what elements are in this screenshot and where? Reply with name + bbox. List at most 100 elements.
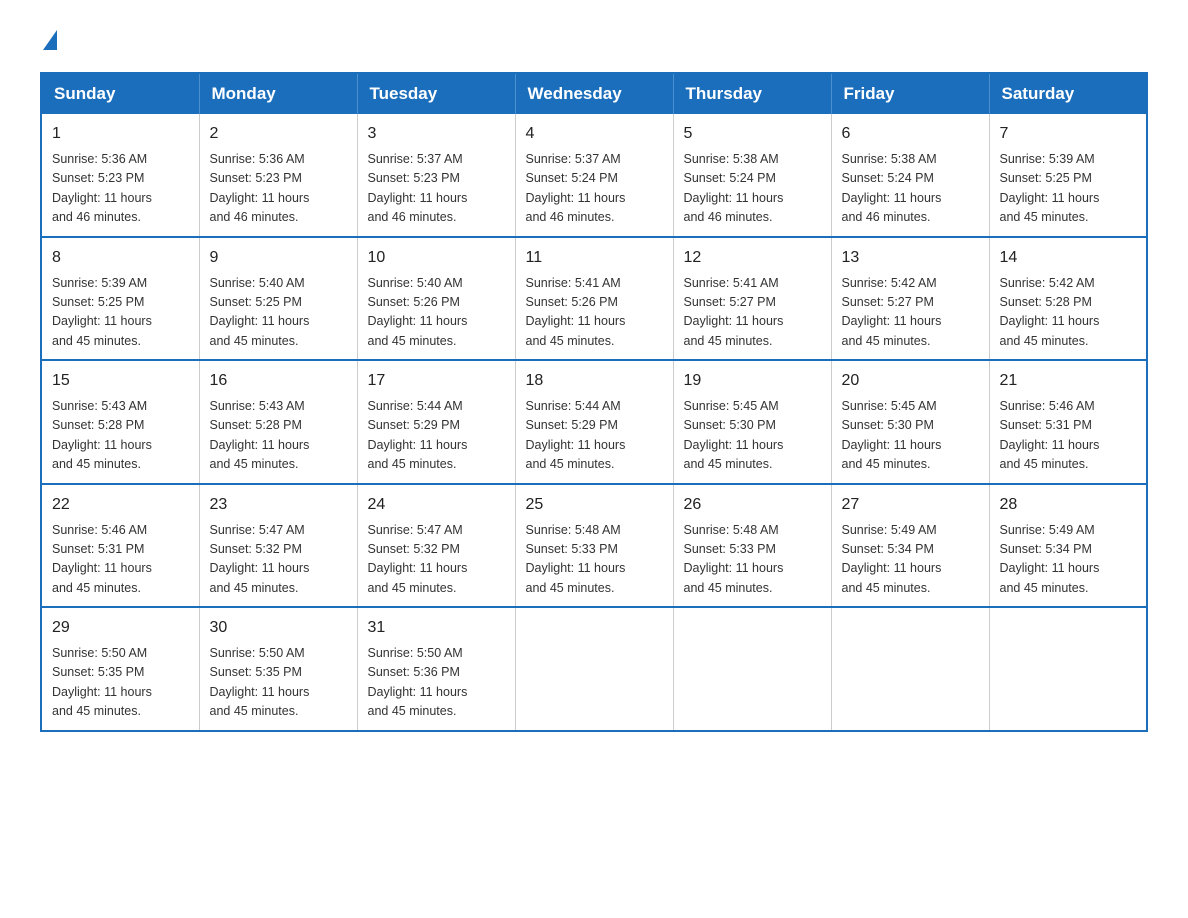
calendar-day-cell: 30 Sunrise: 5:50 AM Sunset: 5:35 PM Dayl… (199, 607, 357, 731)
calendar-day-cell: 17 Sunrise: 5:44 AM Sunset: 5:29 PM Dayl… (357, 360, 515, 484)
day-number: 17 (368, 369, 505, 393)
calendar-day-cell (989, 607, 1147, 731)
calendar-week-row: 8 Sunrise: 5:39 AM Sunset: 5:25 PM Dayli… (41, 237, 1147, 361)
day-info: Sunrise: 5:45 AM Sunset: 5:30 PM Dayligh… (684, 397, 821, 475)
day-number: 30 (210, 616, 347, 640)
day-number: 24 (368, 493, 505, 517)
day-number: 21 (1000, 369, 1137, 393)
day-info: Sunrise: 5:47 AM Sunset: 5:32 PM Dayligh… (210, 521, 347, 599)
calendar-day-cell: 28 Sunrise: 5:49 AM Sunset: 5:34 PM Dayl… (989, 484, 1147, 608)
page-header (40, 30, 1148, 52)
day-info: Sunrise: 5:48 AM Sunset: 5:33 PM Dayligh… (684, 521, 821, 599)
day-info: Sunrise: 5:49 AM Sunset: 5:34 PM Dayligh… (842, 521, 979, 599)
day-info: Sunrise: 5:44 AM Sunset: 5:29 PM Dayligh… (368, 397, 505, 475)
day-of-week-header: Saturday (989, 73, 1147, 114)
day-number: 3 (368, 122, 505, 146)
day-number: 14 (1000, 246, 1137, 270)
day-info: Sunrise: 5:41 AM Sunset: 5:26 PM Dayligh… (526, 274, 663, 352)
day-number: 28 (1000, 493, 1137, 517)
day-info: Sunrise: 5:36 AM Sunset: 5:23 PM Dayligh… (52, 150, 189, 228)
calendar-day-cell: 31 Sunrise: 5:50 AM Sunset: 5:36 PM Dayl… (357, 607, 515, 731)
day-number: 18 (526, 369, 663, 393)
day-info: Sunrise: 5:38 AM Sunset: 5:24 PM Dayligh… (842, 150, 979, 228)
logo-arrow-icon (43, 30, 57, 50)
logo (40, 30, 57, 52)
day-info: Sunrise: 5:50 AM Sunset: 5:36 PM Dayligh… (368, 644, 505, 722)
calendar-week-row: 1 Sunrise: 5:36 AM Sunset: 5:23 PM Dayli… (41, 114, 1147, 237)
day-info: Sunrise: 5:45 AM Sunset: 5:30 PM Dayligh… (842, 397, 979, 475)
day-number: 13 (842, 246, 979, 270)
day-of-week-header: Tuesday (357, 73, 515, 114)
calendar-day-cell: 15 Sunrise: 5:43 AM Sunset: 5:28 PM Dayl… (41, 360, 199, 484)
calendar-day-cell: 10 Sunrise: 5:40 AM Sunset: 5:26 PM Dayl… (357, 237, 515, 361)
calendar-week-row: 29 Sunrise: 5:50 AM Sunset: 5:35 PM Dayl… (41, 607, 1147, 731)
day-number: 5 (684, 122, 821, 146)
day-info: Sunrise: 5:49 AM Sunset: 5:34 PM Dayligh… (1000, 521, 1137, 599)
day-info: Sunrise: 5:37 AM Sunset: 5:24 PM Dayligh… (526, 150, 663, 228)
calendar-day-cell: 3 Sunrise: 5:37 AM Sunset: 5:23 PM Dayli… (357, 114, 515, 237)
calendar-week-row: 15 Sunrise: 5:43 AM Sunset: 5:28 PM Dayl… (41, 360, 1147, 484)
day-info: Sunrise: 5:40 AM Sunset: 5:26 PM Dayligh… (368, 274, 505, 352)
calendar-day-cell: 8 Sunrise: 5:39 AM Sunset: 5:25 PM Dayli… (41, 237, 199, 361)
day-number: 31 (368, 616, 505, 640)
day-info: Sunrise: 5:40 AM Sunset: 5:25 PM Dayligh… (210, 274, 347, 352)
day-number: 16 (210, 369, 347, 393)
day-number: 26 (684, 493, 821, 517)
day-info: Sunrise: 5:41 AM Sunset: 5:27 PM Dayligh… (684, 274, 821, 352)
day-info: Sunrise: 5:50 AM Sunset: 5:35 PM Dayligh… (52, 644, 189, 722)
day-number: 11 (526, 246, 663, 270)
day-number: 20 (842, 369, 979, 393)
calendar-day-cell: 14 Sunrise: 5:42 AM Sunset: 5:28 PM Dayl… (989, 237, 1147, 361)
day-number: 4 (526, 122, 663, 146)
day-info: Sunrise: 5:36 AM Sunset: 5:23 PM Dayligh… (210, 150, 347, 228)
day-info: Sunrise: 5:43 AM Sunset: 5:28 PM Dayligh… (52, 397, 189, 475)
day-info: Sunrise: 5:48 AM Sunset: 5:33 PM Dayligh… (526, 521, 663, 599)
day-number: 2 (210, 122, 347, 146)
day-number: 25 (526, 493, 663, 517)
day-number: 29 (52, 616, 189, 640)
day-number: 10 (368, 246, 505, 270)
day-info: Sunrise: 5:42 AM Sunset: 5:28 PM Dayligh… (1000, 274, 1137, 352)
calendar-day-cell: 27 Sunrise: 5:49 AM Sunset: 5:34 PM Dayl… (831, 484, 989, 608)
calendar-day-cell: 20 Sunrise: 5:45 AM Sunset: 5:30 PM Dayl… (831, 360, 989, 484)
day-number: 19 (684, 369, 821, 393)
day-number: 12 (684, 246, 821, 270)
day-number: 7 (1000, 122, 1137, 146)
day-info: Sunrise: 5:38 AM Sunset: 5:24 PM Dayligh… (684, 150, 821, 228)
day-info: Sunrise: 5:42 AM Sunset: 5:27 PM Dayligh… (842, 274, 979, 352)
calendar-day-cell: 25 Sunrise: 5:48 AM Sunset: 5:33 PM Dayl… (515, 484, 673, 608)
calendar-day-cell: 26 Sunrise: 5:48 AM Sunset: 5:33 PM Dayl… (673, 484, 831, 608)
calendar-day-cell: 6 Sunrise: 5:38 AM Sunset: 5:24 PM Dayli… (831, 114, 989, 237)
calendar-day-cell (515, 607, 673, 731)
calendar-day-cell: 23 Sunrise: 5:47 AM Sunset: 5:32 PM Dayl… (199, 484, 357, 608)
calendar-table: SundayMondayTuesdayWednesdayThursdayFrid… (40, 72, 1148, 732)
day-info: Sunrise: 5:39 AM Sunset: 5:25 PM Dayligh… (52, 274, 189, 352)
calendar-day-cell: 1 Sunrise: 5:36 AM Sunset: 5:23 PM Dayli… (41, 114, 199, 237)
day-info: Sunrise: 5:47 AM Sunset: 5:32 PM Dayligh… (368, 521, 505, 599)
calendar-header-row: SundayMondayTuesdayWednesdayThursdayFrid… (41, 73, 1147, 114)
calendar-day-cell: 22 Sunrise: 5:46 AM Sunset: 5:31 PM Dayl… (41, 484, 199, 608)
day-of-week-header: Wednesday (515, 73, 673, 114)
calendar-day-cell: 7 Sunrise: 5:39 AM Sunset: 5:25 PM Dayli… (989, 114, 1147, 237)
calendar-day-cell: 12 Sunrise: 5:41 AM Sunset: 5:27 PM Dayl… (673, 237, 831, 361)
day-info: Sunrise: 5:43 AM Sunset: 5:28 PM Dayligh… (210, 397, 347, 475)
day-number: 6 (842, 122, 979, 146)
calendar-day-cell: 9 Sunrise: 5:40 AM Sunset: 5:25 PM Dayli… (199, 237, 357, 361)
calendar-day-cell: 4 Sunrise: 5:37 AM Sunset: 5:24 PM Dayli… (515, 114, 673, 237)
day-info: Sunrise: 5:46 AM Sunset: 5:31 PM Dayligh… (52, 521, 189, 599)
calendar-day-cell: 5 Sunrise: 5:38 AM Sunset: 5:24 PM Dayli… (673, 114, 831, 237)
calendar-day-cell: 13 Sunrise: 5:42 AM Sunset: 5:27 PM Dayl… (831, 237, 989, 361)
day-number: 8 (52, 246, 189, 270)
day-of-week-header: Sunday (41, 73, 199, 114)
calendar-day-cell: 11 Sunrise: 5:41 AM Sunset: 5:26 PM Dayl… (515, 237, 673, 361)
calendar-day-cell: 16 Sunrise: 5:43 AM Sunset: 5:28 PM Dayl… (199, 360, 357, 484)
day-info: Sunrise: 5:44 AM Sunset: 5:29 PM Dayligh… (526, 397, 663, 475)
calendar-day-cell (831, 607, 989, 731)
day-of-week-header: Friday (831, 73, 989, 114)
day-info: Sunrise: 5:46 AM Sunset: 5:31 PM Dayligh… (1000, 397, 1137, 475)
day-info: Sunrise: 5:39 AM Sunset: 5:25 PM Dayligh… (1000, 150, 1137, 228)
calendar-week-row: 22 Sunrise: 5:46 AM Sunset: 5:31 PM Dayl… (41, 484, 1147, 608)
calendar-day-cell (673, 607, 831, 731)
day-of-week-header: Monday (199, 73, 357, 114)
day-info: Sunrise: 5:50 AM Sunset: 5:35 PM Dayligh… (210, 644, 347, 722)
